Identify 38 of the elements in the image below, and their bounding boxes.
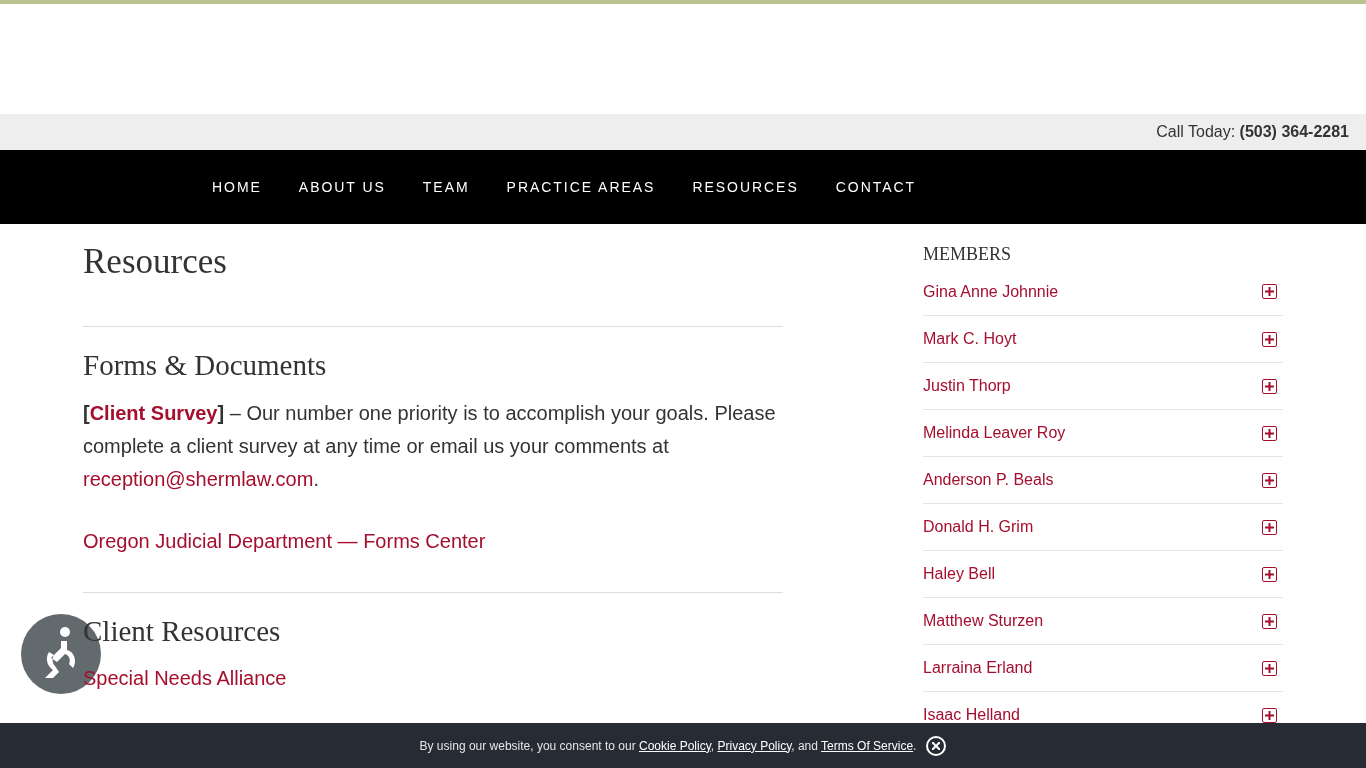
section-heading: Forms & Documents bbox=[83, 347, 328, 383]
nav-link[interactable]: HOME bbox=[212, 176, 262, 198]
member-link[interactable]: Haley Bell bbox=[923, 562, 996, 586]
toggle-icon[interactable] bbox=[1262, 284, 1277, 299]
member-link[interactable]: Donald H. Grim bbox=[923, 515, 1034, 539]
sidebar-title: MEMBERS bbox=[923, 243, 1013, 266]
toggle-icon[interactable] bbox=[1262, 660, 1277, 676]
toggle-icon[interactable] bbox=[1262, 613, 1277, 629]
member-link[interactable]: Gina Anne Johnnie bbox=[923, 279, 1059, 304]
toggle-icon[interactable] bbox=[1262, 472, 1277, 488]
member-link[interactable]: Melinda Leaver Roy bbox=[923, 421, 1066, 445]
nav-link[interactable]: TEAM bbox=[422, 176, 470, 198]
toggle-icon[interactable] bbox=[1262, 425, 1277, 441]
toggle-icon[interactable] bbox=[1262, 566, 1277, 582]
consent-text: By using our website, you consent to our Cookie Policy, Privacy Policy, and Terms Of Service. bbox=[419, 737, 917, 755]
resource-link[interactable]: Oregon Judicial Department — Forms Center bbox=[83, 526, 486, 556]
member-link[interactable]: Anderson P. Beals bbox=[923, 468, 1054, 492]
member-link[interactable]: Mark C. Hoyt bbox=[923, 327, 1017, 351]
toggle-icon[interactable] bbox=[1262, 707, 1277, 723]
member-link[interactable]: Matthew Sturzen bbox=[923, 609, 1044, 633]
close-button[interactable] bbox=[926, 735, 947, 756]
call-today-text: Call Today: (503) 364-2281 bbox=[1156, 122, 1349, 142]
paragraph: [Client Survey] – Our number one priority is to accomplish your goals. Please complete a client survey at any time or email us your comments at reception@shermlaw.com. bbox=[83, 401, 777, 492]
member-link[interactable]: Isaac Helland bbox=[923, 703, 1020, 727]
nav-link[interactable]: CONTACT bbox=[835, 176, 917, 198]
page-title: Resources bbox=[83, 241, 228, 283]
policy-link[interactable]: Cookie Policy bbox=[639, 738, 711, 753]
toggle-icon[interactable] bbox=[1262, 331, 1277, 347]
toggle-icon[interactable] bbox=[1262, 519, 1277, 535]
member-link[interactable]: Justin Thorp bbox=[923, 374, 1011, 398]
client-survey-link[interactable]: Client Survey bbox=[89, 402, 218, 424]
toggle-icon[interactable] bbox=[1262, 378, 1277, 394]
close-icon bbox=[932, 741, 941, 750]
nav-link[interactable]: PRACTICE AREAS bbox=[506, 176, 656, 198]
nav-link[interactable]: RESOURCES bbox=[692, 176, 799, 198]
email-link[interactable]: reception@shermlaw.com bbox=[83, 468, 314, 490]
member-link[interactable]: Larraina Erland bbox=[923, 656, 1033, 680]
nav-link[interactable]: ABOUT US bbox=[298, 176, 386, 198]
